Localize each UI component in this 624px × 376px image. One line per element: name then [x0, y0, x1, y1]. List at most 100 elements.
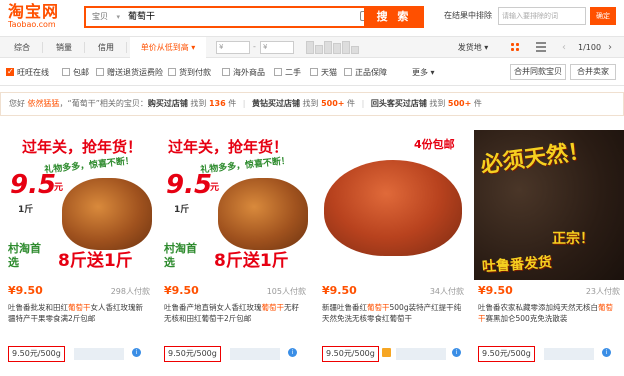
- checkbox[interactable]: [96, 68, 104, 76]
- notice-user[interactable]: 依然猛猛: [28, 99, 60, 108]
- sort-default[interactable]: 综合: [4, 37, 40, 58]
- search-button[interactable]: 搜 索: [364, 6, 424, 28]
- checkbox[interactable]: [62, 68, 70, 76]
- big-price: 9.5: [10, 170, 57, 200]
- filter-label: 货到付款: [179, 68, 211, 77]
- checkbox[interactable]: [222, 68, 230, 76]
- filter-return-insurance[interactable]: 赠送退货运费险: [96, 67, 163, 78]
- price-range-bar[interactable]: [324, 41, 332, 54]
- search-input[interactable]: [124, 8, 354, 26]
- exclude-input[interactable]: 请输入要排除的词: [498, 7, 586, 25]
- notice-count-1: 136: [208, 99, 226, 108]
- filter-label: 包邮: [73, 68, 89, 77]
- big-price-unit: 元: [54, 183, 64, 193]
- exclude-confirm-button[interactable]: 确定: [590, 7, 616, 25]
- checkbox[interactable]: [310, 68, 318, 76]
- ship-from-label: 发货地: [457, 43, 482, 52]
- sold-count: 23人付款: [585, 287, 620, 296]
- product-image[interactable]: 过年关，抢年货！ 礼物多多，惊喜不断！ 9.5 元 1斤 村淘首选 8斤送1斤: [160, 130, 310, 280]
- notice-unit: 件: [473, 99, 482, 108]
- product-card[interactable]: 必须天然！ 正宗！ 吐鲁番发货 ¥9.50 23人付款 吐鲁番农家私藏零添加纯天…: [474, 130, 624, 370]
- title-text: 赛黑加仑500克免洗散装: [485, 314, 568, 323]
- page-indicator: 1/100: [578, 43, 602, 52]
- product-title[interactable]: 吐鲁番批发和田红葡萄干女人香红玫瑰新疆特产干果零食满2斤包邮: [8, 302, 150, 326]
- shop-name-blurred[interactable]: [230, 348, 280, 360]
- product-title[interactable]: 吐鲁番产地直销女人香红玫瑰葡萄干无籽无核和田红葡萄干2斤包邮: [164, 302, 306, 326]
- filter-wangwang-online[interactable]: 旺旺在线: [6, 66, 49, 78]
- sort-sales[interactable]: 销量: [46, 37, 82, 58]
- filter-overseas[interactable]: 海外商品: [222, 67, 265, 78]
- checkbox[interactable]: [274, 68, 282, 76]
- divider: [84, 42, 85, 53]
- exclude-label: 在结果中排除: [444, 11, 492, 20]
- weight-unit: 1斤: [18, 205, 34, 215]
- logo-text: 淘宝网: [8, 2, 60, 21]
- unit-price-highlight: 9.50元/500g: [164, 346, 221, 362]
- product-card[interactable]: 过年关，抢年货！ 礼物多多，惊喜不断！ 9.5 元 1斤 村淘首选 8斤送1斤 …: [4, 130, 154, 370]
- price-range-bar[interactable]: [315, 45, 323, 54]
- filter-genuine[interactable]: 正品保障: [344, 67, 387, 78]
- filter-secondhand[interactable]: 二手: [274, 67, 301, 78]
- checkbox[interactable]: [344, 68, 352, 76]
- chevron-down-icon: ▾: [188, 43, 196, 52]
- price-min-input[interactable]: ¥: [216, 41, 250, 54]
- next-page-icon[interactable]: ›: [608, 37, 612, 58]
- product-title[interactable]: 吐鲁番农家私藏零添加纯天然无核白葡萄干赛黑加仑500克免洗散装: [478, 302, 620, 326]
- merge-same-items-button[interactable]: 合并同款宝贝: [510, 64, 566, 80]
- price-row: ¥9.50 298人付款: [8, 284, 150, 298]
- taobao-logo[interactable]: 淘宝网 Taobao.com: [8, 4, 64, 32]
- price-range-bar[interactable]: [351, 46, 359, 54]
- list-view-icon[interactable]: [536, 42, 546, 52]
- shop-name-blurred[interactable]: [396, 348, 446, 360]
- search-category-select[interactable]: 宝贝 ▾: [86, 8, 122, 26]
- ship-from-select[interactable]: 发货地 ▾: [450, 37, 496, 58]
- notice-unit: 件: [228, 99, 237, 108]
- title-keyword: 葡萄干: [68, 303, 91, 312]
- notice-mid: ，“葡萄干”相关的宝贝：: [59, 99, 148, 108]
- sort-bar: 综合 销量 信用 单价从低到高 ▾ ¥ - ¥ 发货地 ▾ ‹ 1/100 ›: [0, 36, 624, 58]
- price-range-bar[interactable]: [333, 43, 341, 54]
- checkbox[interactable]: [6, 66, 14, 77]
- filter-label: 天猫: [321, 68, 337, 77]
- product-card[interactable]: 过年关，抢年货！ 礼物多多，惊喜不断！ 9.5 元 1斤 村淘首选 8斤送1斤 …: [160, 130, 310, 370]
- raisin-pile-image: [218, 178, 308, 250]
- filter-label: 海外商品: [233, 68, 265, 77]
- chevron-down-icon: ▾: [481, 43, 489, 52]
- product-price: ¥9.50: [322, 284, 357, 297]
- banner-subtext: 正宗！: [552, 231, 594, 247]
- sold-count: 105人付款: [266, 287, 306, 296]
- filter-free-shipping[interactable]: 包邮: [62, 67, 89, 78]
- filter-tmall[interactable]: 天猫: [310, 67, 337, 78]
- price-range-bar[interactable]: [306, 41, 314, 54]
- notice-found: 找到: [429, 99, 446, 108]
- grid-view-icon[interactable]: [510, 42, 520, 52]
- checkbox[interactable]: [168, 68, 176, 76]
- notice-yellow-diamond[interactable]: 黄钻买过店铺: [252, 99, 300, 108]
- more-filters[interactable]: 更多 ▾: [412, 67, 435, 78]
- price-range-bar[interactable]: [342, 41, 350, 54]
- product-title[interactable]: 新疆吐鲁番红葡萄干500g装特产红提干纯天然免洗无核零食红葡萄干: [322, 302, 464, 326]
- product-image[interactable]: 过年关，抢年货！ 礼物多多，惊喜不断！ 9.5 元 1斤 村淘首选 8斤送1斤: [4, 130, 154, 280]
- sort-credit[interactable]: 信用: [88, 37, 124, 58]
- prev-page-icon[interactable]: ‹: [562, 37, 566, 58]
- price-row: ¥9.50 23人付款: [478, 284, 620, 298]
- shop-name-blurred[interactable]: [74, 348, 124, 360]
- more-label: 更多: [412, 68, 428, 77]
- notice-prefix: 您好: [9, 99, 25, 108]
- shop-badge-icon: [382, 348, 391, 357]
- notice-shops-bought[interactable]: 购买过店铺: [148, 99, 188, 108]
- price-row: ¥9.50 105人付款: [164, 284, 306, 298]
- notice-repeat-buyers[interactable]: 回头客买过店铺: [371, 99, 427, 108]
- shop-name-blurred[interactable]: [544, 348, 594, 360]
- price-max-input[interactable]: ¥: [260, 41, 294, 54]
- product-image[interactable]: 4份包邮: [318, 130, 468, 280]
- product-image[interactable]: 必须天然！ 正宗！ 吐鲁番发货: [474, 130, 624, 280]
- sort-unit-price-asc[interactable]: 单价从低到高 ▾: [130, 37, 206, 58]
- title-text: 吐鲁番产地直销女人香红玫瑰: [164, 303, 262, 312]
- merge-sellers-button[interactable]: 合并卖家: [570, 64, 616, 80]
- divider: [42, 42, 43, 53]
- filter-cod[interactable]: 货到付款: [168, 67, 211, 78]
- notice-count-3: 500+: [447, 99, 472, 108]
- chevron-down-icon: ▾: [428, 68, 435, 77]
- product-card[interactable]: 4份包邮 ¥9.50 34人付款 新疆吐鲁番红葡萄干500g装特产红提干纯天然免…: [318, 130, 468, 370]
